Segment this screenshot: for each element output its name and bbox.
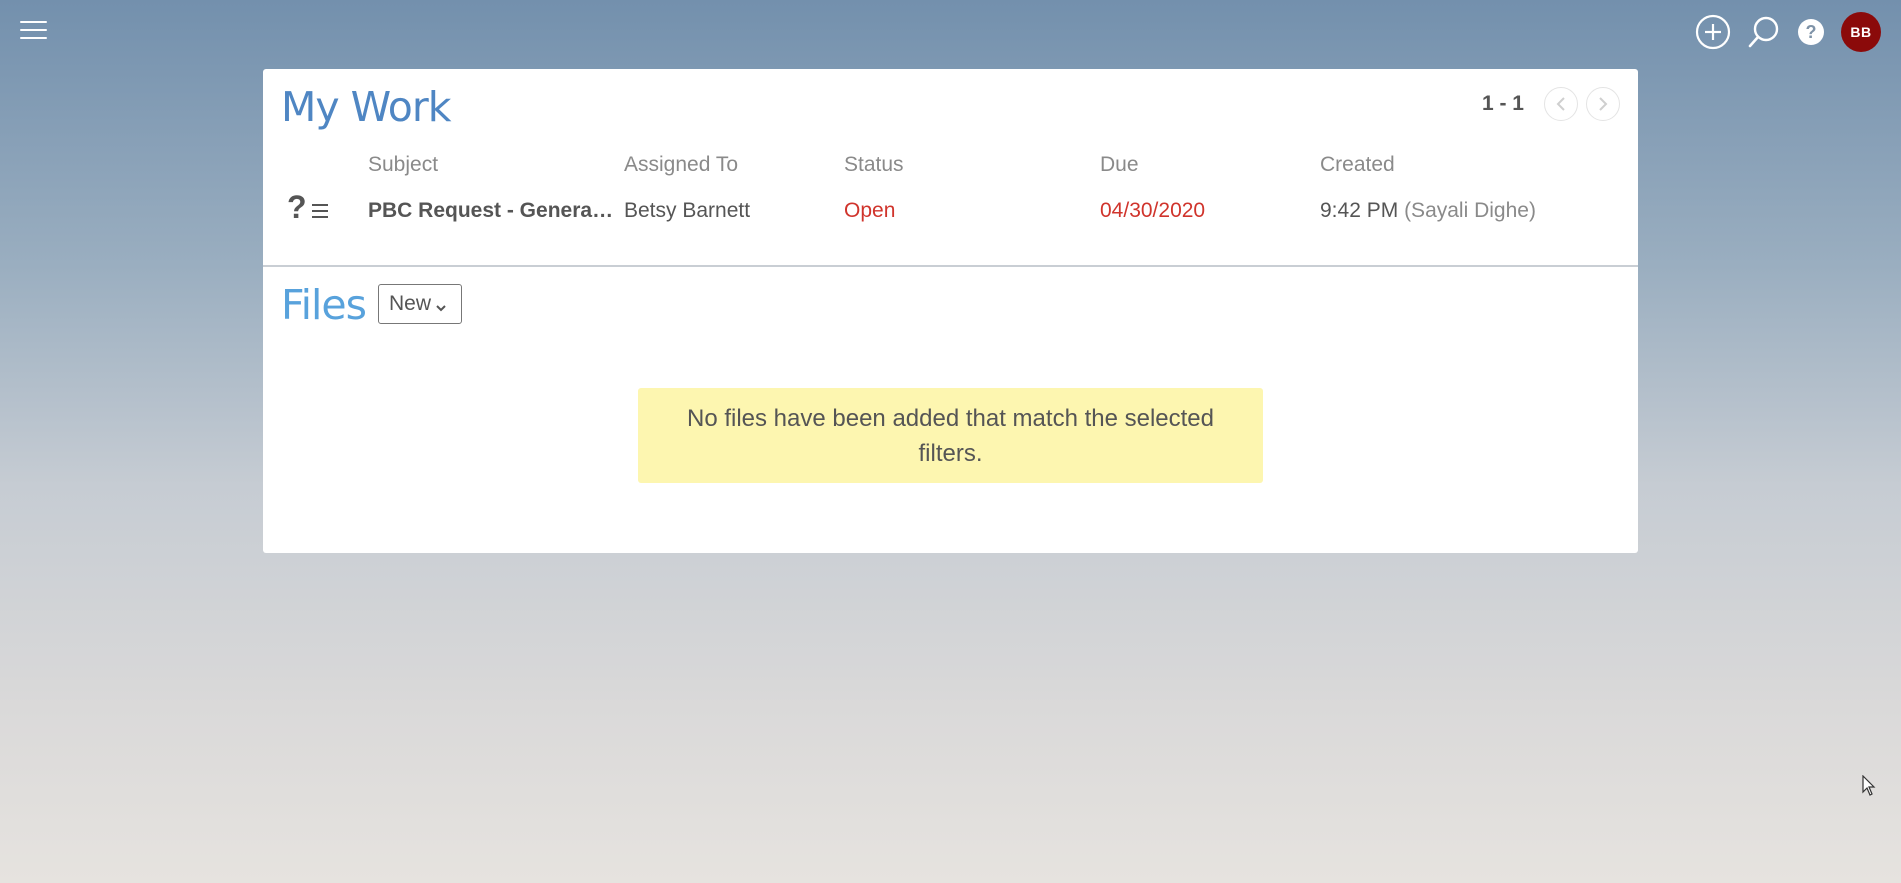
chevron-right-icon [1599, 97, 1608, 111]
new-file-dropdown-label: New [389, 292, 432, 315]
hamburger-icon[interactable] [20, 21, 47, 41]
table-row[interactable]: ? PBC Request - General I... Betsy Barne… [263, 187, 1638, 233]
row-created: 9:42 PM (Sayali Dighe) [1320, 199, 1536, 223]
column-header-subject[interactable]: Subject [368, 153, 438, 177]
column-header-due[interactable]: Due [1100, 153, 1139, 177]
files-section: Files New No files have been added that … [263, 267, 1638, 553]
svg-text:?: ? [1806, 22, 1817, 42]
chevron-left-icon [1556, 97, 1565, 111]
chevron-down-icon [436, 305, 446, 312]
search-button[interactable] [1747, 15, 1781, 49]
row-created-by: (Sayali Dighe) [1404, 199, 1536, 222]
mouse-cursor-icon [1862, 775, 1876, 796]
row-created-time: 9:42 PM [1320, 199, 1399, 222]
question-list-icon: ? [287, 191, 330, 223]
pager-range: 1 - 1 [1481, 92, 1524, 115]
column-header-status[interactable]: Status [844, 153, 904, 177]
hamburger-line [20, 29, 47, 31]
my-work-section: My Work 1 - 1 Subject Assigned To Status… [263, 69, 1638, 267]
add-button[interactable] [1695, 14, 1731, 50]
pager: 1 - 1 [1482, 87, 1620, 121]
search-icon [1748, 16, 1779, 48]
new-file-dropdown[interactable]: New [378, 284, 462, 324]
help-button[interactable]: ? [1797, 18, 1825, 46]
top-actions: ? BB [1679, 12, 1881, 52]
row-due: 04/30/2020 [1100, 199, 1206, 222]
empty-files-message: No files have been added that match the … [638, 388, 1263, 483]
plus-circle-icon [1695, 14, 1731, 50]
avatar: BB [1841, 12, 1881, 52]
files-title: Files [281, 281, 367, 329]
list-icon [311, 204, 328, 218]
prev-page-button[interactable] [1544, 87, 1578, 121]
my-work-title: My Work [281, 83, 451, 131]
hamburger-line [20, 37, 47, 39]
help-icon: ? [1798, 19, 1824, 45]
row-subject[interactable]: PBC Request - General I... [368, 199, 618, 223]
row-assigned-to: Betsy Barnett [624, 199, 751, 222]
row-status: Open [844, 199, 896, 222]
next-page-button[interactable] [1586, 87, 1620, 121]
column-header-created[interactable]: Created [1320, 153, 1395, 177]
hamburger-line [20, 21, 47, 23]
main-card: My Work 1 - 1 Subject Assigned To Status… [263, 69, 1638, 553]
user-avatar-button[interactable]: BB [1841, 12, 1881, 52]
column-header-assigned-to[interactable]: Assigned To [624, 153, 738, 177]
